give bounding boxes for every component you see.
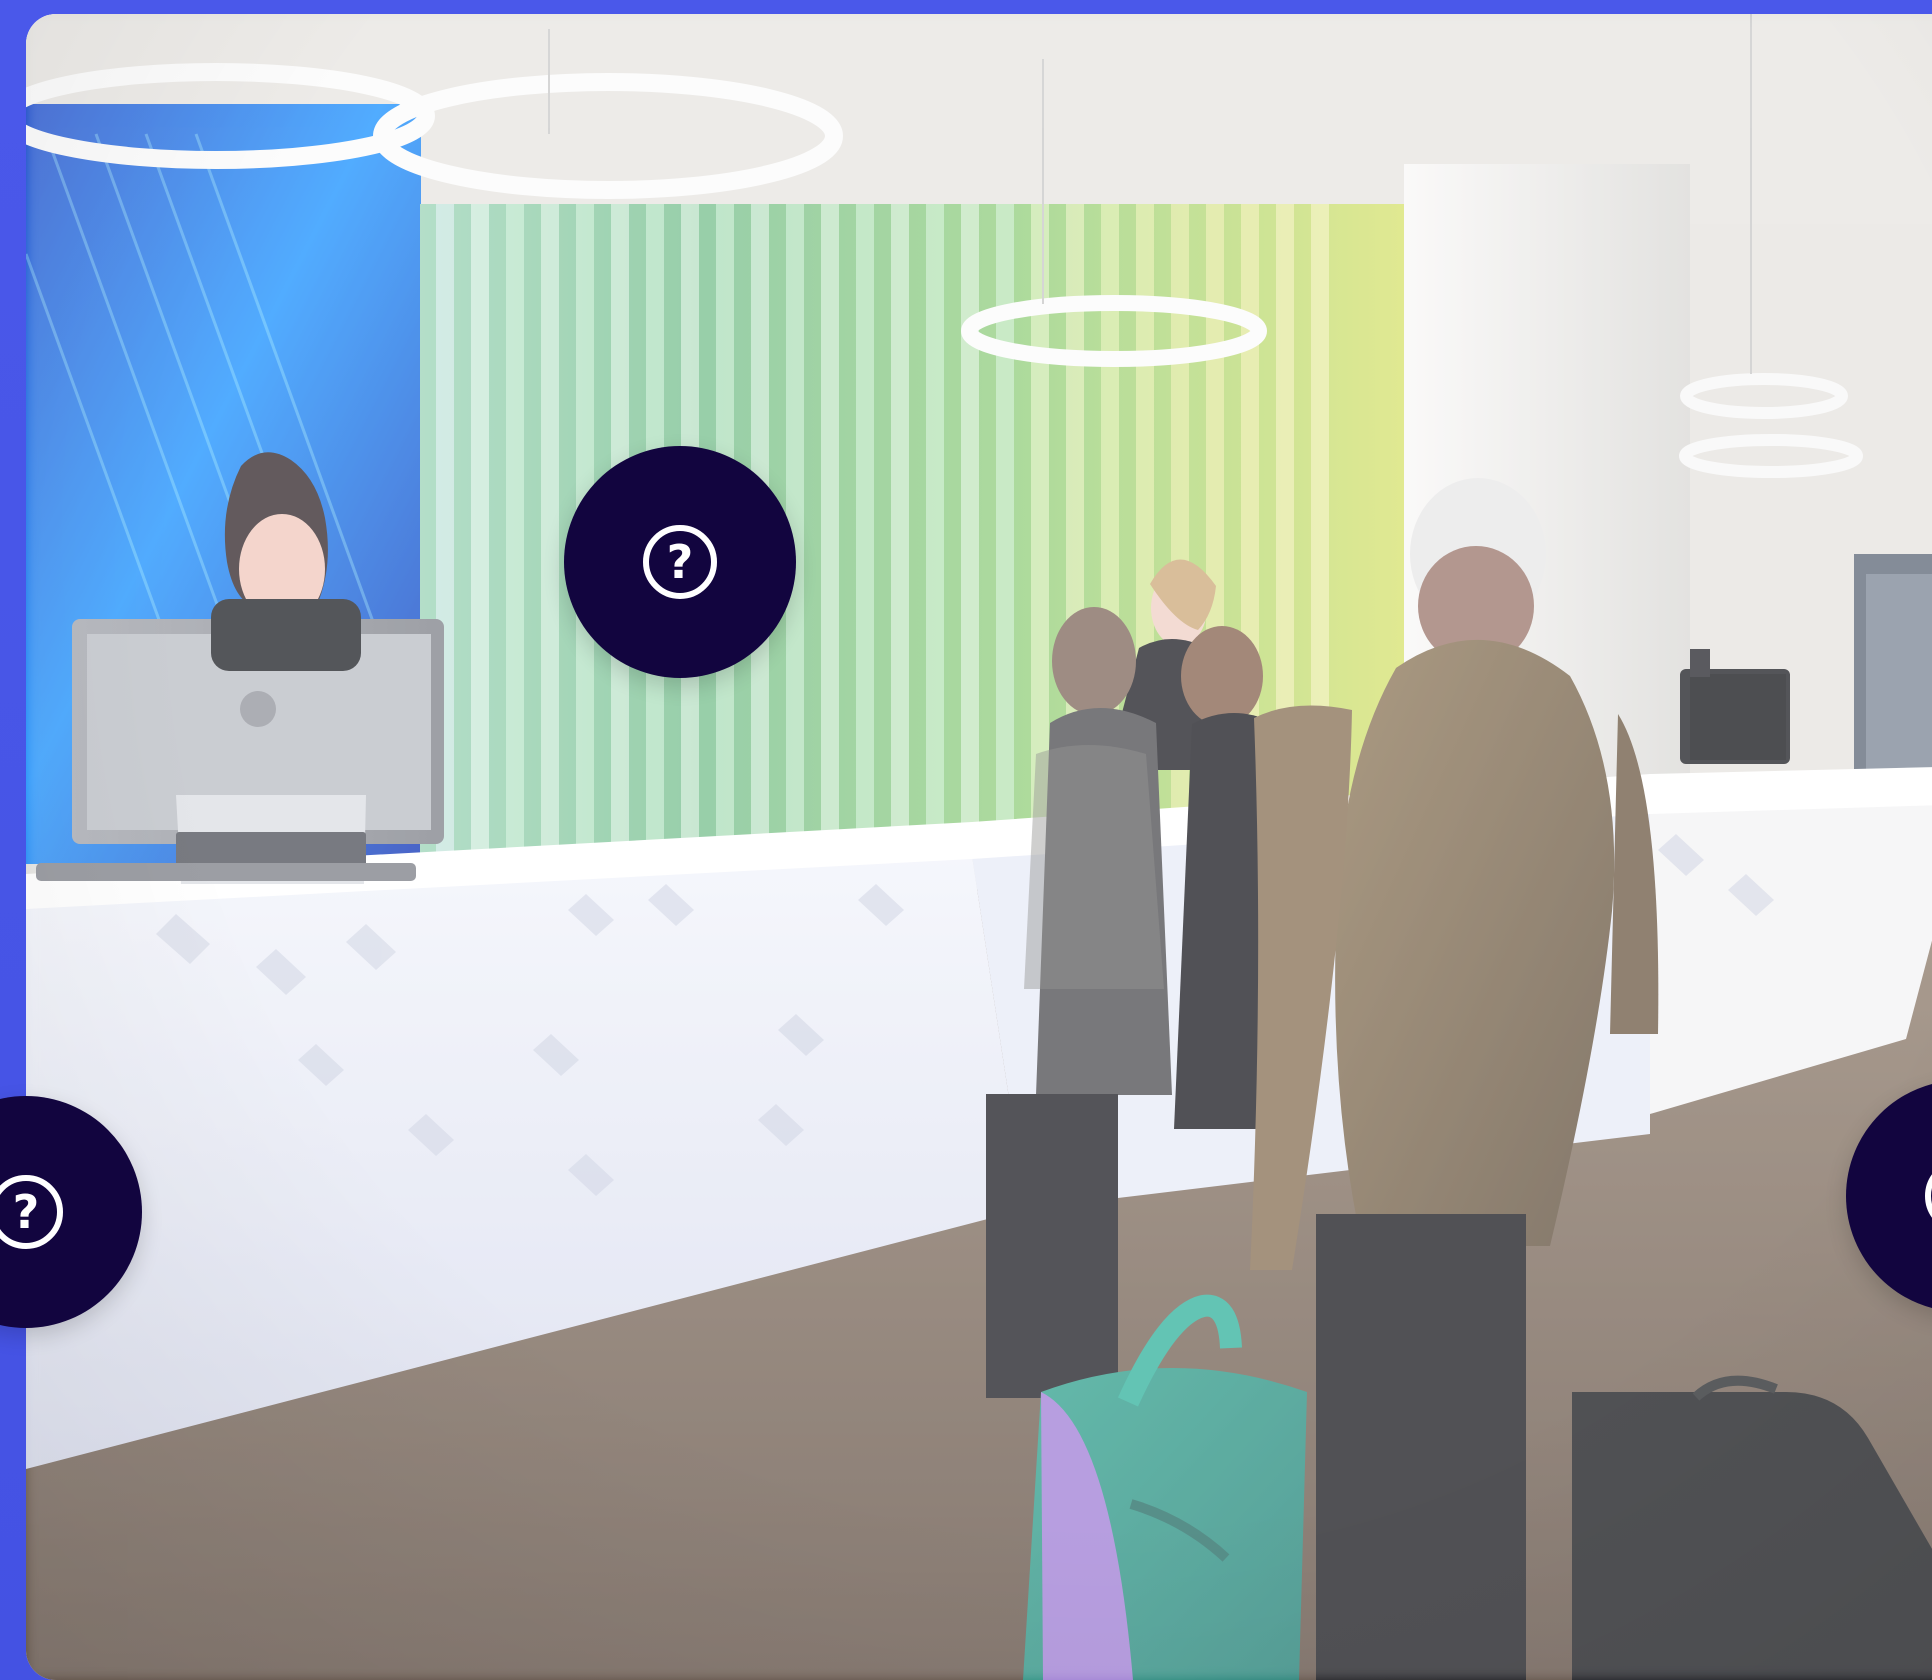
- reception-photo: [26, 14, 1932, 1680]
- question-circle-icon: ?: [1925, 1159, 1932, 1233]
- question-circle-icon: ?: [0, 1175, 63, 1249]
- hotspot-glyph: ?: [666, 535, 694, 589]
- help-hotspot-center[interactable]: ?: [564, 446, 796, 678]
- reception-photo-frame: [26, 14, 1932, 1680]
- question-circle-icon: ?: [643, 525, 717, 599]
- hotspot-glyph: ?: [12, 1185, 40, 1239]
- screen: ? ? ?: [0, 0, 1932, 1680]
